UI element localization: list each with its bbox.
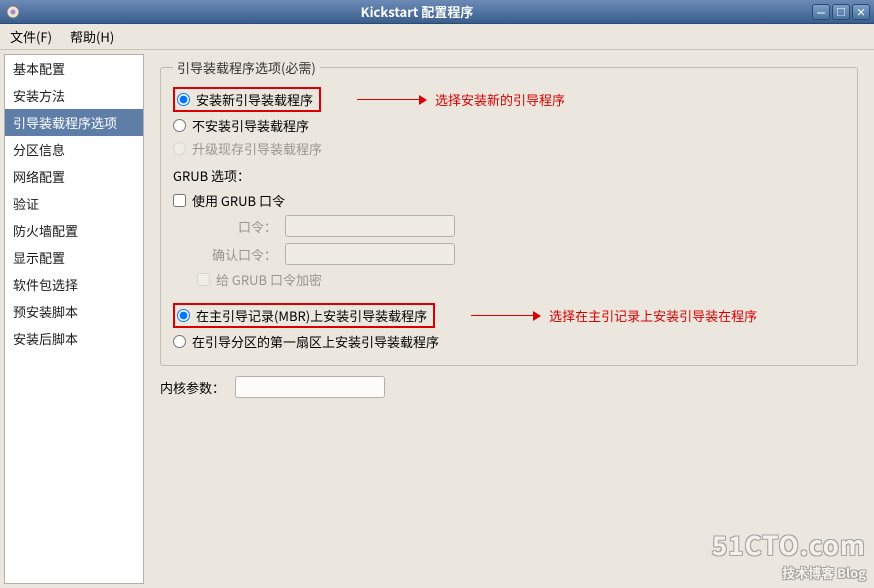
app-icon xyxy=(4,3,22,21)
checkbox-encrypt-label: 给 GRUB 口令加密 xyxy=(216,270,322,289)
row-mbr: 在主引导记录(MBR)上安装引导装载程序 选择在主引记录上安装引导装在程序 xyxy=(173,301,845,330)
row-encrypt: 给 GRUB 口令加密 xyxy=(197,268,845,291)
window-title: Kickstart 配置程序 xyxy=(22,2,812,21)
arrow-icon xyxy=(471,311,541,321)
sidebar-item-2[interactable]: 引导装载程序选项 xyxy=(5,109,143,136)
sidebar-item-0[interactable]: 基本配置 xyxy=(5,55,143,82)
arrow-icon xyxy=(357,95,427,105)
kernel-params-label: 内核参数： xyxy=(160,378,225,397)
content-pane: 引导装载程序选项(必需) 安装新引导装载程序 选择安装新的引导程序 不安装引导装… xyxy=(144,50,874,588)
radio-mbr[interactable] xyxy=(177,309,190,322)
window-minimize-button[interactable]: — xyxy=(812,4,830,20)
radio-install-new[interactable] xyxy=(177,93,190,106)
password-label: 口令： xyxy=(197,217,277,236)
bootloader-options-group: 引导装载程序选项(必需) 安装新引导装载程序 选择安装新的引导程序 不安装引导装… xyxy=(160,58,858,366)
row-first-sector: 在引导分区的第一扇区上安装引导装载程序 xyxy=(173,330,845,353)
sidebar: 基本配置安装方法引导装载程序选项分区信息网络配置验证防火墙配置显示配置软件包选择… xyxy=(4,54,144,584)
annotation-2: 选择在主引记录上安装引导装在程序 xyxy=(471,306,757,325)
sidebar-item-7[interactable]: 显示配置 xyxy=(5,244,143,271)
radio-first-sector-label: 在引导分区的第一扇区上安装引导装载程序 xyxy=(192,332,439,351)
radio-upgrade-label: 升级现存引导装载程序 xyxy=(192,139,322,158)
sidebar-item-6[interactable]: 防火墙配置 xyxy=(5,217,143,244)
radio-upgrade[interactable] xyxy=(173,142,186,155)
watermark-big: 51CTO.com xyxy=(712,526,866,563)
kernel-params-input[interactable] xyxy=(235,376,385,398)
row-use-grub-password: 使用 GRUB 口令 xyxy=(173,189,845,212)
sidebar-item-3[interactable]: 分区信息 xyxy=(5,136,143,163)
row-password: 口令： xyxy=(197,212,845,240)
menu-file[interactable]: 文件(F) xyxy=(6,25,56,48)
radio-no-install-label: 不安装引导装载程序 xyxy=(192,116,309,135)
menu-help[interactable]: 帮助(H) xyxy=(66,25,118,48)
row-confirm-password: 确认口令： xyxy=(197,240,845,268)
highlight-mbr: 在主引导记录(MBR)上安装引导装载程序 xyxy=(173,303,435,328)
sidebar-item-8[interactable]: 软件包选择 xyxy=(5,271,143,298)
window-titlebar: Kickstart 配置程序 — □ × xyxy=(0,0,874,24)
group-legend: 引导装载程序选项(必需) xyxy=(173,58,320,77)
sidebar-item-4[interactable]: 网络配置 xyxy=(5,163,143,190)
radio-mbr-label: 在主引导记录(MBR)上安装引导装载程序 xyxy=(196,306,427,325)
annotation-2-text: 选择在主引记录上安装引导装在程序 xyxy=(549,306,757,325)
radio-install-new-label: 安装新引导装载程序 xyxy=(196,90,313,109)
confirm-password-input[interactable] xyxy=(285,243,455,265)
sidebar-item-1[interactable]: 安装方法 xyxy=(5,82,143,109)
watermark: 51CTO.com 技术博客 Blog xyxy=(712,526,866,582)
annotation-1: 选择安装新的引导程序 xyxy=(357,90,565,109)
window-maximize-button[interactable]: □ xyxy=(832,4,850,20)
grub-heading: GRUB 选项： xyxy=(173,166,845,185)
row-upgrade: 升级现存引导装载程序 xyxy=(173,137,845,160)
radio-no-install[interactable] xyxy=(173,119,186,132)
radio-first-sector[interactable] xyxy=(173,335,186,348)
checkbox-use-grub-password-label: 使用 GRUB 口令 xyxy=(192,191,285,210)
sidebar-item-9[interactable]: 预安装脚本 xyxy=(5,298,143,325)
highlight-install-new: 安装新引导装载程序 xyxy=(173,87,321,112)
checkbox-encrypt[interactable] xyxy=(197,273,210,286)
main-area: 基本配置安装方法引导装载程序选项分区信息网络配置验证防火墙配置显示配置软件包选择… xyxy=(0,50,874,588)
annotation-1-text: 选择安装新的引导程序 xyxy=(435,90,565,109)
checkbox-use-grub-password[interactable] xyxy=(173,194,186,207)
row-install-new: 安装新引导装载程序 选择安装新的引导程序 xyxy=(173,85,845,114)
row-no-install: 不安装引导装载程序 xyxy=(173,114,845,137)
watermark-small: 技术博客 Blog xyxy=(712,563,866,582)
password-input[interactable] xyxy=(285,215,455,237)
window-close-button[interactable]: × xyxy=(852,4,870,20)
sidebar-item-5[interactable]: 验证 xyxy=(5,190,143,217)
sidebar-item-10[interactable]: 安装后脚本 xyxy=(5,325,143,352)
row-kernel-params: 内核参数： xyxy=(160,376,858,398)
menubar: 文件(F) 帮助(H) xyxy=(0,24,874,50)
confirm-password-label: 确认口令： xyxy=(197,245,277,264)
